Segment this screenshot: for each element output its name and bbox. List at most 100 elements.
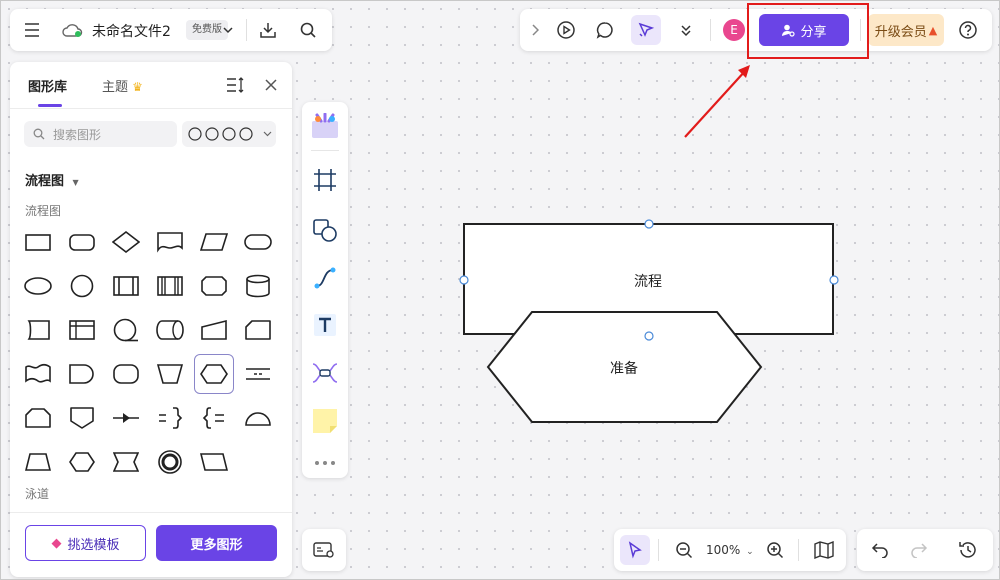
ellipse-shape-tile[interactable] <box>18 266 58 306</box>
divider <box>10 108 292 109</box>
map-book-icon[interactable] <box>809 535 839 565</box>
preparation-shape-tile[interactable] <box>194 354 234 394</box>
shapes-icon[interactable] <box>310 215 340 245</box>
menu-icon[interactable] <box>17 15 47 45</box>
manual-input-shape-tile[interactable] <box>194 310 234 350</box>
minimap-icon <box>309 535 339 565</box>
divider <box>311 150 339 151</box>
choose-template-label: 挑选模板 <box>67 537 120 553</box>
zoom-toolbar: 100% ⌄ <box>614 529 846 571</box>
sequential-data-shape-tile[interactable] <box>106 310 146 350</box>
half-circle-shape-tile[interactable] <box>238 398 278 438</box>
connector-line-icon[interactable] <box>310 263 340 293</box>
search-icon[interactable] <box>293 15 323 45</box>
text-icon[interactable] <box>310 310 340 340</box>
present-play-icon[interactable] <box>551 15 581 45</box>
search-input[interactable]: 搜索图形 <box>53 126 101 143</box>
data-shape-tile[interactable] <box>194 222 234 262</box>
divider <box>798 539 799 561</box>
resize-handle-right <box>829 275 839 285</box>
subsection-flowchart: 流程图 <box>25 204 62 218</box>
section-title[interactable]: 流程图 ▼ <box>25 170 79 189</box>
parallelogram-shape-tile[interactable] <box>194 442 234 482</box>
comment-icon[interactable] <box>590 15 620 45</box>
parallel-process-shape-tile[interactable] <box>150 266 190 306</box>
zoom-in-icon[interactable] <box>760 535 790 565</box>
zoom-level-value: 100% <box>706 543 741 557</box>
download-icon[interactable] <box>253 15 283 45</box>
chevron-down-icon[interactable] <box>218 15 238 45</box>
trapezoid-shape-tile[interactable] <box>18 442 58 482</box>
connector-arrow-shape-tile[interactable] <box>106 398 146 438</box>
preparation-shape-label[interactable]: 准备 <box>610 358 638 378</box>
more-tools-icon[interactable] <box>310 448 340 478</box>
display-shape-tile[interactable] <box>194 266 234 306</box>
cloud-saved-icon[interactable] <box>58 15 88 45</box>
pointer-tool-icon[interactable] <box>620 535 650 565</box>
collate-shape-tile[interactable] <box>238 354 278 394</box>
choose-template-button[interactable]: ◆ 挑选模板 <box>25 525 146 561</box>
tab-shape-library[interactable]: 图形库 <box>28 76 67 95</box>
history-toolbar <box>857 529 993 571</box>
zoom-out-icon[interactable] <box>669 535 699 565</box>
pointer-select-icon[interactable] <box>631 15 661 45</box>
help-icon[interactable] <box>953 15 983 45</box>
resize-handle-left <box>459 275 469 285</box>
hexagon-shape-tile[interactable] <box>62 442 102 482</box>
resize-handle-top <box>644 219 654 229</box>
rounded-rect-shape-tile[interactable] <box>62 222 102 262</box>
divider <box>658 539 659 561</box>
card-shape-tile[interactable] <box>18 310 58 350</box>
process-shape-tile[interactable] <box>18 222 58 262</box>
divider <box>710 19 711 41</box>
list-settings-icon[interactable] <box>220 70 250 100</box>
avatar[interactable]: E <box>723 19 745 41</box>
double-chevron-down-icon[interactable] <box>671 15 701 45</box>
chevron-right-icon[interactable] <box>524 15 546 45</box>
upgrade-label: 升级会员 <box>874 24 927 40</box>
divider <box>10 512 292 513</box>
redo-icon[interactable] <box>904 535 934 565</box>
decision-shape-tile[interactable] <box>106 222 146 262</box>
zoom-level[interactable]: 100% ⌄ <box>706 543 754 557</box>
shape-search-box[interactable]: 搜索图形 <box>24 121 177 147</box>
predefined-process-shape-tile[interactable] <box>106 266 146 306</box>
manual-operation-shape-tile[interactable] <box>150 354 190 394</box>
shapes-grid <box>18 222 288 484</box>
database-shape-tile[interactable] <box>238 266 278 306</box>
caret-down-icon: ▼ <box>72 178 79 187</box>
annotation-bracket-shape-tile[interactable] <box>150 398 190 438</box>
off-page-shape-tile[interactable] <box>18 398 58 438</box>
template-gallery-icon[interactable] <box>309 110 341 142</box>
circle-shape-tile[interactable] <box>62 266 102 306</box>
shape-style-select[interactable] <box>182 121 276 147</box>
delay-shape-tile[interactable] <box>62 354 102 394</box>
undo-icon[interactable] <box>865 535 895 565</box>
punched-tape-shape-tile[interactable] <box>18 354 58 394</box>
loop-limit-shape-tile[interactable] <box>238 310 278 350</box>
minimap-button[interactable] <box>302 529 346 571</box>
document-shape-tile[interactable] <box>150 222 190 262</box>
resize-handle-center <box>644 331 654 341</box>
display-rounded-shape-tile[interactable] <box>106 354 146 394</box>
annotation-arrow <box>684 65 750 138</box>
upgrade-button[interactable]: 升级会员 ▲ <box>868 14 944 46</box>
frame-icon[interactable] <box>310 165 340 195</box>
close-icon[interactable] <box>256 70 286 100</box>
off-page-reference-shape-tile[interactable] <box>62 398 102 438</box>
tab-theme[interactable]: 主题 ♛ <box>102 76 143 95</box>
double-circle-shape-tile[interactable] <box>150 442 190 482</box>
terminator-shape-tile[interactable] <box>238 222 278 262</box>
history-icon[interactable] <box>953 535 983 565</box>
mindmap-icon[interactable] <box>310 358 340 388</box>
internal-storage-shape-tile[interactable] <box>62 310 102 350</box>
direct-data-shape-tile[interactable] <box>150 310 190 350</box>
document-title[interactable]: 未命名文件2 <box>92 21 171 41</box>
more-shapes-button[interactable]: 更多图形 <box>156 525 277 561</box>
sticky-note-icon[interactable] <box>310 406 340 436</box>
shape-library-panel: 图形库 主题 ♛ 搜索图形 流程图 ▼ 流程图 泳道 ◆ 挑选模板 更多图形 <box>10 62 292 577</box>
process-shape-label[interactable]: 流程 <box>634 271 662 291</box>
subsection-swimlane: 泳道 <box>25 487 50 501</box>
notched-rect-shape-tile[interactable] <box>106 442 146 482</box>
brace-shape-tile[interactable] <box>194 398 234 438</box>
